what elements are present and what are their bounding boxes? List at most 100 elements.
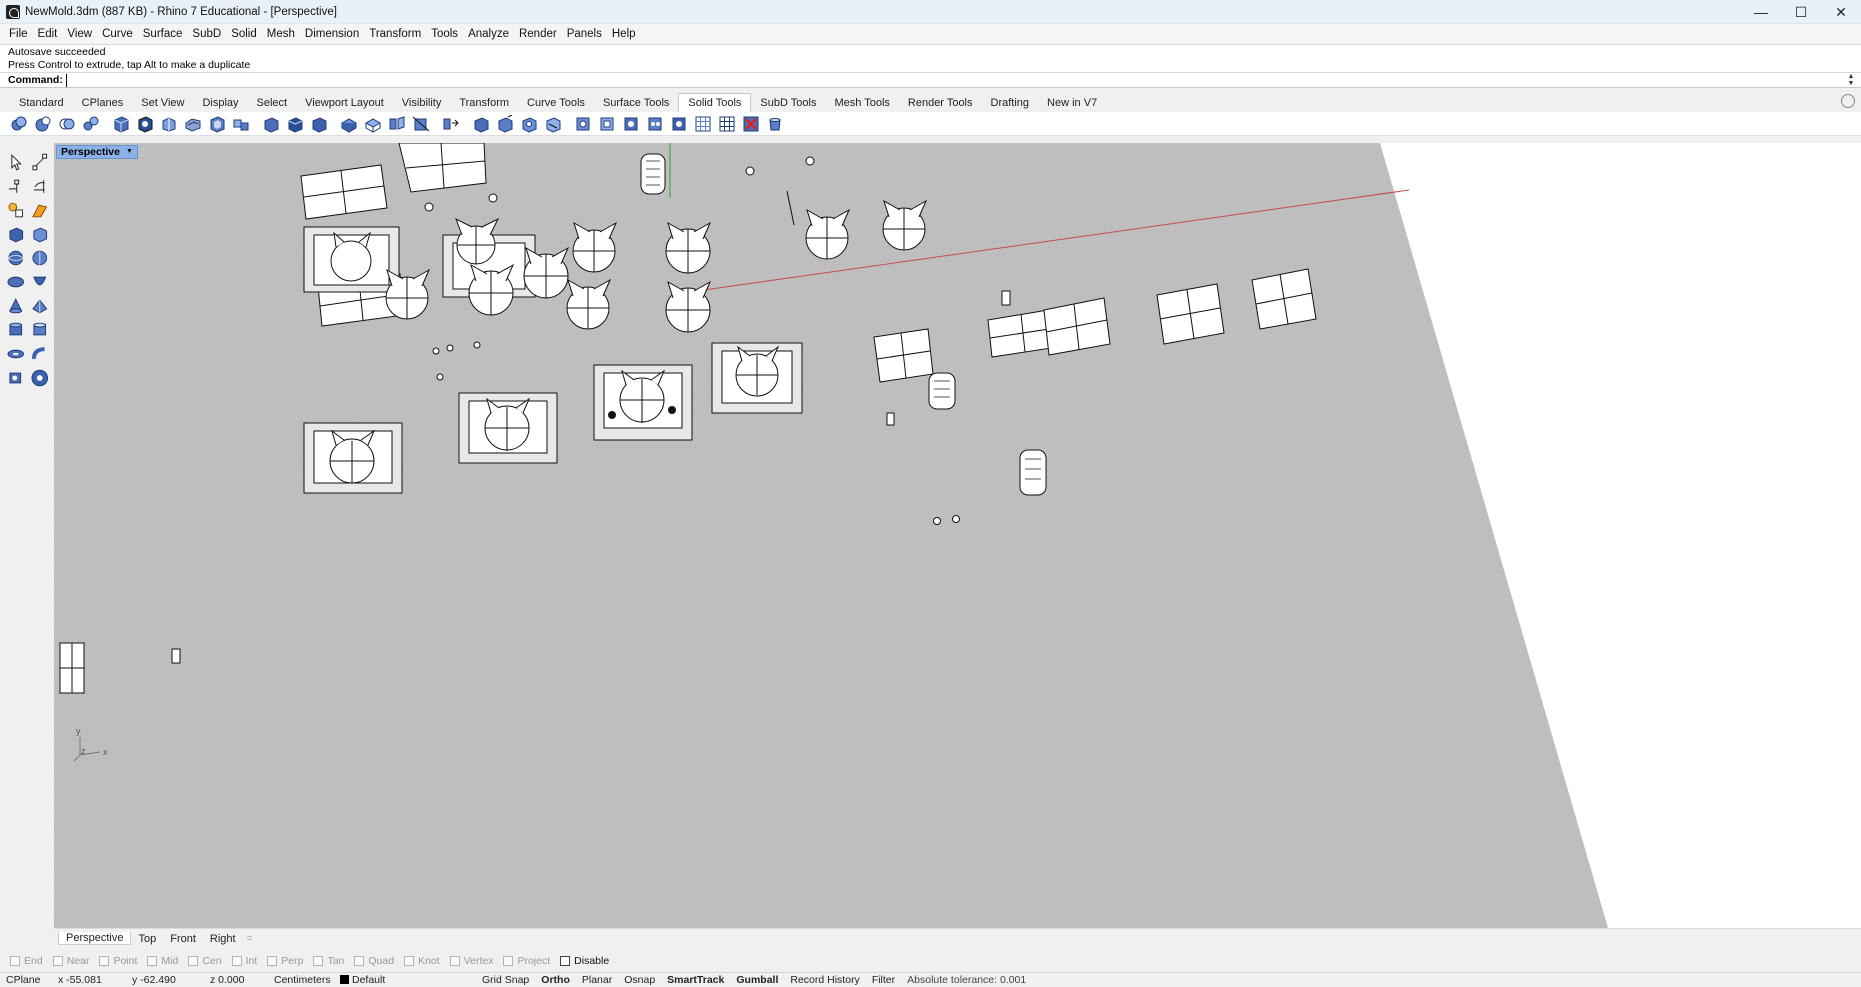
tab-perspective[interactable]: Perspective [58, 932, 132, 945]
checkbox-icon[interactable] [147, 956, 158, 966]
rotate-hole-icon[interactable] [670, 115, 688, 133]
tab-curve-tools[interactable]: Curve Tools [518, 94, 594, 112]
osnap-vertex[interactable]: Vertex [449, 955, 493, 967]
create-solid-icon[interactable] [442, 115, 460, 133]
checkbox-icon[interactable] [313, 956, 324, 966]
polyline-icon[interactable] [7, 177, 25, 195]
tab-new-in-v7[interactable]: New in V7 [1038, 94, 1106, 112]
osnap-quad[interactable]: Quad [354, 955, 394, 967]
status-record-history[interactable]: Record History [784, 974, 865, 986]
pipe-icon[interactable] [496, 114, 514, 133]
checkbox-icon[interactable] [503, 956, 514, 966]
tab-mesh-tools[interactable]: Mesh Tools [825, 94, 898, 112]
status-units[interactable]: Centimeters [268, 974, 334, 986]
box-edit-icon[interactable] [472, 115, 490, 133]
make-hole-icon[interactable] [340, 115, 358, 133]
move-hole-icon[interactable] [622, 115, 640, 133]
fillet-edge-icon[interactable] [160, 115, 178, 133]
menu-analyze[interactable]: Analyze [463, 24, 514, 44]
pipe-solid-icon[interactable] [31, 345, 49, 363]
text-object-icon[interactable] [30, 369, 49, 387]
checkbox-icon[interactable] [449, 956, 460, 966]
tab-cplanes[interactable]: CPlanes [73, 94, 133, 112]
sphere-variant-icon[interactable] [31, 249, 49, 267]
menu-render[interactable]: Render [514, 24, 562, 44]
status-planar[interactable]: Planar [576, 974, 618, 986]
round-hole-icon[interactable] [574, 115, 592, 133]
checkbox-icon[interactable] [188, 956, 199, 966]
tab-render-tools[interactable]: Render Tools [899, 94, 982, 112]
tab-display[interactable]: Display [193, 94, 247, 112]
status-layer[interactable]: Default [334, 974, 476, 986]
tab-select[interactable]: Select [248, 94, 297, 112]
osnap-end[interactable]: End [10, 955, 43, 967]
osnap-cen[interactable]: Cen [188, 955, 222, 967]
osnap-perp[interactable]: Perp [267, 955, 303, 967]
move-face-icon[interactable] [286, 115, 304, 133]
checkbox-icon[interactable] [231, 956, 242, 966]
menu-panels[interactable]: Panels [562, 24, 607, 44]
menu-dimension[interactable]: Dimension [300, 24, 364, 44]
chevron-down-icon[interactable]: ▼ [126, 146, 133, 158]
command-input[interactable] [65, 73, 1845, 87]
command-scroll-arrows-icon[interactable]: ▲ ▼ [1845, 73, 1857, 87]
fold-face-icon[interactable] [388, 115, 406, 133]
close-icon[interactable]: ✕ [1821, 0, 1861, 24]
move-edge-icon[interactable] [310, 115, 328, 133]
extrude-icon[interactable] [7, 369, 25, 387]
menu-help[interactable]: Help [607, 24, 641, 44]
ellipsoid-icon[interactable] [7, 273, 25, 291]
rib-icon[interactable] [520, 115, 538, 133]
tab-visibility[interactable]: Visibility [393, 94, 451, 112]
wire-cut-icon[interactable] [412, 115, 430, 133]
add-viewport-icon[interactable]: ○ [243, 933, 257, 944]
array-hole-icon[interactable] [694, 115, 712, 133]
point-icon[interactable] [31, 153, 49, 171]
status-cplane[interactable]: CPlane [0, 974, 52, 986]
osnap-knot[interactable]: Knot [404, 955, 440, 967]
surface-from-points-icon[interactable] [7, 201, 25, 219]
delete-hole-icon[interactable] [742, 115, 760, 133]
cone-icon[interactable] [7, 297, 25, 315]
menu-edit[interactable]: Edit [33, 24, 63, 44]
tab-subd-tools[interactable]: SubD Tools [751, 94, 825, 112]
osnap-mid[interactable]: Mid [147, 955, 178, 967]
minimize-icon[interactable]: — [1741, 0, 1781, 24]
tab-top[interactable]: Top [131, 933, 163, 945]
surface-edge-icon[interactable] [31, 201, 49, 219]
checkbox-icon[interactable] [404, 956, 415, 966]
split-face-icon[interactable] [364, 115, 382, 133]
solid-points-icon[interactable] [232, 115, 250, 133]
checkbox-icon[interactable] [10, 956, 20, 966]
perspective-viewport[interactable]: y x z Perspective ▼ [54, 143, 1861, 928]
osnap-int[interactable]: Int [231, 955, 257, 967]
status-grid-snap[interactable]: Grid Snap [476, 974, 535, 986]
checkbox-icon[interactable] [267, 956, 278, 966]
checkbox-icon[interactable] [560, 956, 571, 966]
tube-icon[interactable] [31, 321, 49, 339]
boolean-intersection-icon[interactable] [58, 115, 76, 133]
paraboloid-icon[interactable] [31, 273, 49, 291]
status-smarttrack[interactable]: SmartTrack [661, 974, 730, 986]
cap-holes-icon[interactable] [112, 115, 130, 133]
status-osnap[interactable]: Osnap [618, 974, 661, 986]
tab-transform[interactable]: Transform [450, 94, 518, 112]
osnap-near[interactable]: Near [52, 955, 89, 967]
torus-icon[interactable] [7, 345, 25, 363]
select-pointer-icon[interactable] [7, 153, 25, 171]
menu-curve[interactable]: Curve [97, 24, 138, 44]
gear-icon[interactable] [1841, 94, 1855, 108]
menu-transform[interactable]: Transform [364, 24, 426, 44]
curve-icon[interactable] [31, 177, 49, 195]
sphere-icon[interactable] [7, 249, 25, 267]
menu-mesh[interactable]: Mesh [262, 24, 300, 44]
boolean-difference-icon[interactable] [34, 115, 52, 133]
menu-subd[interactable]: SubD [187, 24, 226, 44]
osnap-disable[interactable]: Disable [560, 955, 609, 967]
extract-surface-icon[interactable] [136, 115, 154, 133]
status-ortho[interactable]: Ortho [535, 974, 576, 986]
osnap-project[interactable]: Project [503, 955, 550, 967]
solid-box-icon[interactable] [7, 225, 25, 243]
menu-surface[interactable]: Surface [138, 24, 188, 44]
checkbox-icon[interactable] [52, 956, 63, 966]
